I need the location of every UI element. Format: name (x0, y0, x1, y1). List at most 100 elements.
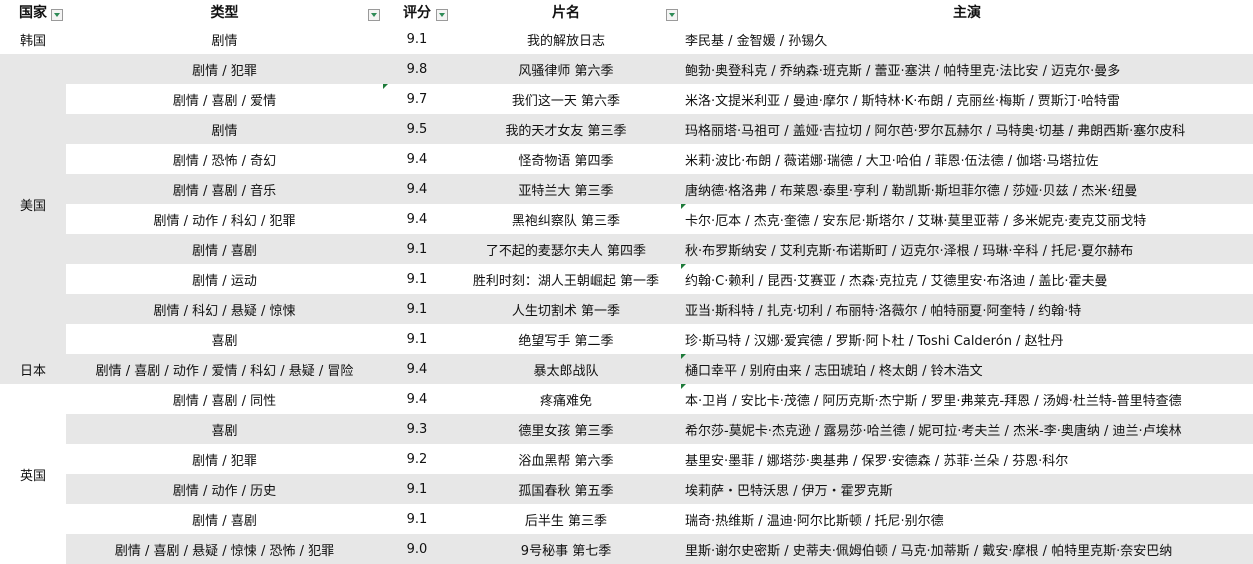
title-cell[interactable]: 人生切割术 第一季 (451, 294, 681, 324)
filter-dropdown-icon[interactable] (51, 9, 63, 21)
table-row[interactable]: 剧情 / 喜剧 / 悬疑 / 惊悚 / 恐怖 / 犯罪 9.0 9号秘事 第七季… (0, 534, 1253, 564)
title-cell[interactable]: 我们这一天 第六季 (451, 84, 681, 114)
table-row[interactable]: 剧情 / 喜剧 9.1 后半生 第三季 瑞奇·热维斯 / 温迪·阿尔比斯顿 / … (0, 504, 1253, 534)
cast-cell[interactable]: 珍·斯马特 / 汉娜·爱宾德 / 罗斯·阿卜杜 / Toshi Calderón… (681, 324, 1253, 354)
score-cell[interactable]: 9.4 (383, 174, 451, 204)
score-cell[interactable]: 9.4 (383, 384, 451, 414)
table-row[interactable]: 剧情 / 运动 9.1 胜利时刻：湖人王朝崛起 第一季 约翰·C·赖利 / 昆西… (0, 264, 1253, 294)
table-row[interactable]: 剧情 / 科幻 / 悬疑 / 惊悚 9.1 人生切割术 第一季 亚当·斯科特 /… (0, 294, 1253, 324)
filter-dropdown-icon[interactable] (436, 9, 448, 21)
title-cell[interactable]: 孤国春秋 第五季 (451, 474, 681, 504)
table-row[interactable]: 日本 剧情 / 喜剧 / 动作 / 爱情 / 科幻 / 悬疑 / 冒险 9.4 … (0, 354, 1253, 384)
filter-dropdown-icon[interactable] (666, 9, 678, 21)
title-cell[interactable]: 绝望写手 第二季 (451, 324, 681, 354)
score-cell[interactable]: 9.0 (383, 534, 451, 564)
cast-cell[interactable]: 秋·布罗斯纳安 / 艾利克斯·布诺斯町 / 迈克尔·泽根 / 玛琳·辛科 / 托… (681, 234, 1253, 264)
genre-cell[interactable]: 剧情 / 科幻 / 悬疑 / 惊悚 (66, 294, 383, 324)
cast-cell[interactable]: 鲍勃·奥登科克 / 乔纳森·班克斯 / 蕾亚·塞洪 / 帕特里克·法比安 / 迈… (681, 54, 1253, 84)
cast-cell[interactable]: 米莉·波比·布朗 / 薇诺娜·瑞德 / 大卫·哈伯 / 菲恩·伍法德 / 伽塔·… (681, 144, 1253, 174)
score-cell[interactable]: 9.2 (383, 444, 451, 474)
table-row[interactable]: 喜剧 9.1 绝望写手 第二季 珍·斯马特 / 汉娜·爱宾德 / 罗斯·阿卜杜 … (0, 324, 1253, 354)
title-cell[interactable]: 风骚律师 第六季 (451, 54, 681, 84)
filter-dropdown-icon[interactable] (368, 9, 380, 21)
table-row[interactable]: 剧情 / 喜剧 / 爱情 9.7 我们这一天 第六季 米洛·文提米利亚 / 曼迪… (0, 84, 1253, 114)
table-row[interactable]: 喜剧 9.3 德里女孩 第三季 希尔莎-莫妮卡·杰克逊 / 露易莎·哈兰德 / … (0, 414, 1253, 444)
table-row[interactable]: 韩国 剧情 9.1 我的解放日志 李民基 / 金智媛 / 孙锡久 (0, 24, 1253, 54)
genre-cell[interactable]: 剧情 / 犯罪 (66, 54, 383, 84)
genre-cell[interactable]: 喜剧 (66, 324, 383, 354)
score-cell[interactable]: 9.1 (383, 234, 451, 264)
score-cell[interactable]: 9.8 (383, 54, 451, 84)
title-cell[interactable]: 怪奇物语 第四季 (451, 144, 681, 174)
title-cell[interactable]: 我的解放日志 (451, 24, 681, 54)
title-cell[interactable]: 9号秘事 第七季 (451, 534, 681, 564)
genre-cell[interactable]: 喜剧 (66, 414, 383, 444)
cast-cell[interactable]: 瑞奇·热维斯 / 温迪·阿尔比斯顿 / 托尼·别尔德 (681, 504, 1253, 534)
title-cell[interactable]: 黑袍纠察队 第三季 (451, 204, 681, 234)
table-row[interactable]: 剧情 / 动作 / 历史 9.1 孤国春秋 第五季 埃莉萨・巴特沃思 / 伊万・… (0, 474, 1253, 504)
score-cell[interactable]: 9.1 (383, 504, 451, 534)
score-cell[interactable]: 9.7 (383, 84, 451, 114)
genre-cell[interactable]: 剧情 / 喜剧 / 动作 / 爱情 / 科幻 / 悬疑 / 冒险 (66, 354, 383, 384)
score-cell[interactable]: 9.1 (383, 324, 451, 354)
cast-cell[interactable]: 玛格丽塔·马祖可 / 盖娅·吉拉切 / 阿尔芭·罗尔瓦赫尔 / 马特奥·切基 /… (681, 114, 1253, 144)
score-cell[interactable]: 9.5 (383, 114, 451, 144)
table-row[interactable]: 美国 剧情 / 犯罪 9.8 风骚律师 第六季 鲍勃·奥登科克 / 乔纳森·班克… (0, 54, 1253, 354)
country-cell[interactable]: 韩国 (0, 24, 66, 54)
cast-cell[interactable]: 米洛·文提米利亚 / 曼迪·摩尔 / 斯特林·K·布朗 / 克丽丝·梅斯 / 贾… (681, 84, 1253, 114)
genre-cell[interactable]: 剧情 / 喜剧 / 爱情 (66, 84, 383, 114)
cast-cell[interactable]: 唐纳德·格洛弗 / 布莱恩·泰里·亨利 / 勒凯斯·斯坦菲尔德 / 莎娅·贝兹 … (681, 174, 1253, 204)
cast-cell[interactable]: 希尔莎-莫妮卡·杰克逊 / 露易莎·哈兰德 / 妮可拉·考夫兰 / 杰米-李·奥… (681, 414, 1253, 444)
genre-cell[interactable]: 剧情 / 喜剧 / 音乐 (66, 174, 383, 204)
score-cell[interactable]: 9.1 (383, 294, 451, 324)
genre-cell[interactable]: 剧情 / 喜剧 (66, 234, 383, 264)
table-row[interactable]: 剧情 / 恐怖 / 奇幻 9.4 怪奇物语 第四季 米莉·波比·布朗 / 薇诺娜… (0, 144, 1253, 174)
title-cell[interactable]: 德里女孩 第三季 (451, 414, 681, 444)
table-row[interactable]: 剧情 / 动作 / 科幻 / 犯罪 9.4 黑袍纠察队 第三季 卡尔·厄本 / … (0, 204, 1253, 234)
score-cell[interactable]: 9.3 (383, 414, 451, 444)
genre-cell[interactable]: 剧情 / 动作 / 历史 (66, 474, 383, 504)
table-row[interactable]: 英国 剧情 / 喜剧 / 同性 9.4 疼痛难免 本·卫肖 / 安比卡·茂德 /… (0, 384, 1253, 564)
cast-cell[interactable]: 李民基 / 金智媛 / 孙锡久 (681, 24, 1253, 54)
country-cell[interactable]: 美国 (0, 54, 66, 354)
score-cell[interactable]: 9.1 (383, 24, 451, 54)
genre-cell[interactable]: 剧情 / 运动 (66, 264, 383, 294)
genre-cell[interactable]: 剧情 / 喜剧 / 同性 (66, 384, 383, 414)
country-cell[interactable]: 英国 (0, 384, 66, 564)
cast-cell[interactable]: 亚当·斯科特 / 扎克·切利 / 布丽特·洛薇尔 / 帕特丽夏·阿奎特 / 约翰… (681, 294, 1253, 324)
title-cell[interactable]: 后半生 第三季 (451, 504, 681, 534)
table-row[interactable]: 剧情 / 喜剧 9.1 了不起的麦瑟尔夫人 第四季 秋·布罗斯纳安 / 艾利克斯… (0, 234, 1253, 264)
genre-cell[interactable]: 剧情 (66, 114, 383, 144)
cast-cell[interactable]: 樋口幸平 / 别府由来 / 志田琥珀 / 柊太朗 / 铃木浩文 (681, 354, 1253, 384)
title-cell[interactable]: 胜利时刻：湖人王朝崛起 第一季 (451, 264, 681, 294)
genre-cell[interactable]: 剧情 / 动作 / 科幻 / 犯罪 (66, 204, 383, 234)
genre-cell[interactable]: 剧情 / 恐怖 / 奇幻 (66, 144, 383, 174)
cast-cell[interactable]: 基里安·墨菲 / 娜塔莎·奥基弗 / 保罗·安德森 / 苏菲·兰朵 / 芬恩·科… (681, 444, 1253, 474)
title-cell[interactable]: 了不起的麦瑟尔夫人 第四季 (451, 234, 681, 264)
cast-cell[interactable]: 埃莉萨・巴特沃思 / 伊万・霍罗克斯 (681, 474, 1253, 504)
score-cell[interactable]: 9.4 (383, 204, 451, 234)
score-cell[interactable]: 9.1 (383, 264, 451, 294)
genre-cell[interactable]: 剧情 (66, 24, 383, 54)
score-cell[interactable]: 9.4 (383, 144, 451, 174)
cast-cell[interactable]: 卡尔·厄本 / 杰克·奎德 / 安东尼·斯塔尔 / 艾琳·莫里亚蒂 / 多米妮克… (681, 204, 1253, 234)
cast-cell[interactable]: 里斯·谢尔史密斯 / 史蒂夫·佩姆伯顿 / 马克·加蒂斯 / 戴安·摩根 / 帕… (681, 534, 1253, 564)
header-title: 片名 (451, 0, 681, 24)
cast-cell[interactable]: 本·卫肖 / 安比卡·茂德 / 阿历克斯·杰宁斯 / 罗里·弗莱克-拜恩 / 汤… (681, 384, 1253, 414)
genre-cell[interactable]: 剧情 / 喜剧 / 悬疑 / 惊悚 / 恐怖 / 犯罪 (66, 534, 383, 564)
score-cell[interactable]: 9.4 (383, 354, 451, 384)
title-cell[interactable]: 我的天才女友 第三季 (451, 114, 681, 144)
score-cell[interactable]: 9.1 (383, 474, 451, 504)
title-cell[interactable]: 亚特兰大 第三季 (451, 174, 681, 204)
country-cell[interactable]: 日本 (0, 354, 66, 384)
table-row[interactable]: 剧情 / 喜剧 / 音乐 9.4 亚特兰大 第三季 唐纳德·格洛弗 / 布莱恩·… (0, 174, 1253, 204)
genre-cell[interactable]: 剧情 / 喜剧 (66, 504, 383, 534)
title-cell[interactable]: 浴血黑帮 第六季 (451, 444, 681, 474)
title-cell[interactable]: 暴太郎战队 (451, 354, 681, 384)
cell-comment-marker-icon (681, 204, 686, 209)
cast-cell[interactable]: 约翰·C·赖利 / 昆西·艾赛亚 / 杰森·克拉克 / 艾德里安·布洛迪 / 盖… (681, 264, 1253, 294)
table-row[interactable]: 剧情 9.5 我的天才女友 第三季 玛格丽塔·马祖可 / 盖娅·吉拉切 / 阿尔… (0, 114, 1253, 144)
table-row[interactable]: 剧情 / 犯罪 9.2 浴血黑帮 第六季 基里安·墨菲 / 娜塔莎·奥基弗 / … (0, 444, 1253, 474)
title-cell[interactable]: 疼痛难免 (451, 384, 681, 414)
genre-cell[interactable]: 剧情 / 犯罪 (66, 444, 383, 474)
